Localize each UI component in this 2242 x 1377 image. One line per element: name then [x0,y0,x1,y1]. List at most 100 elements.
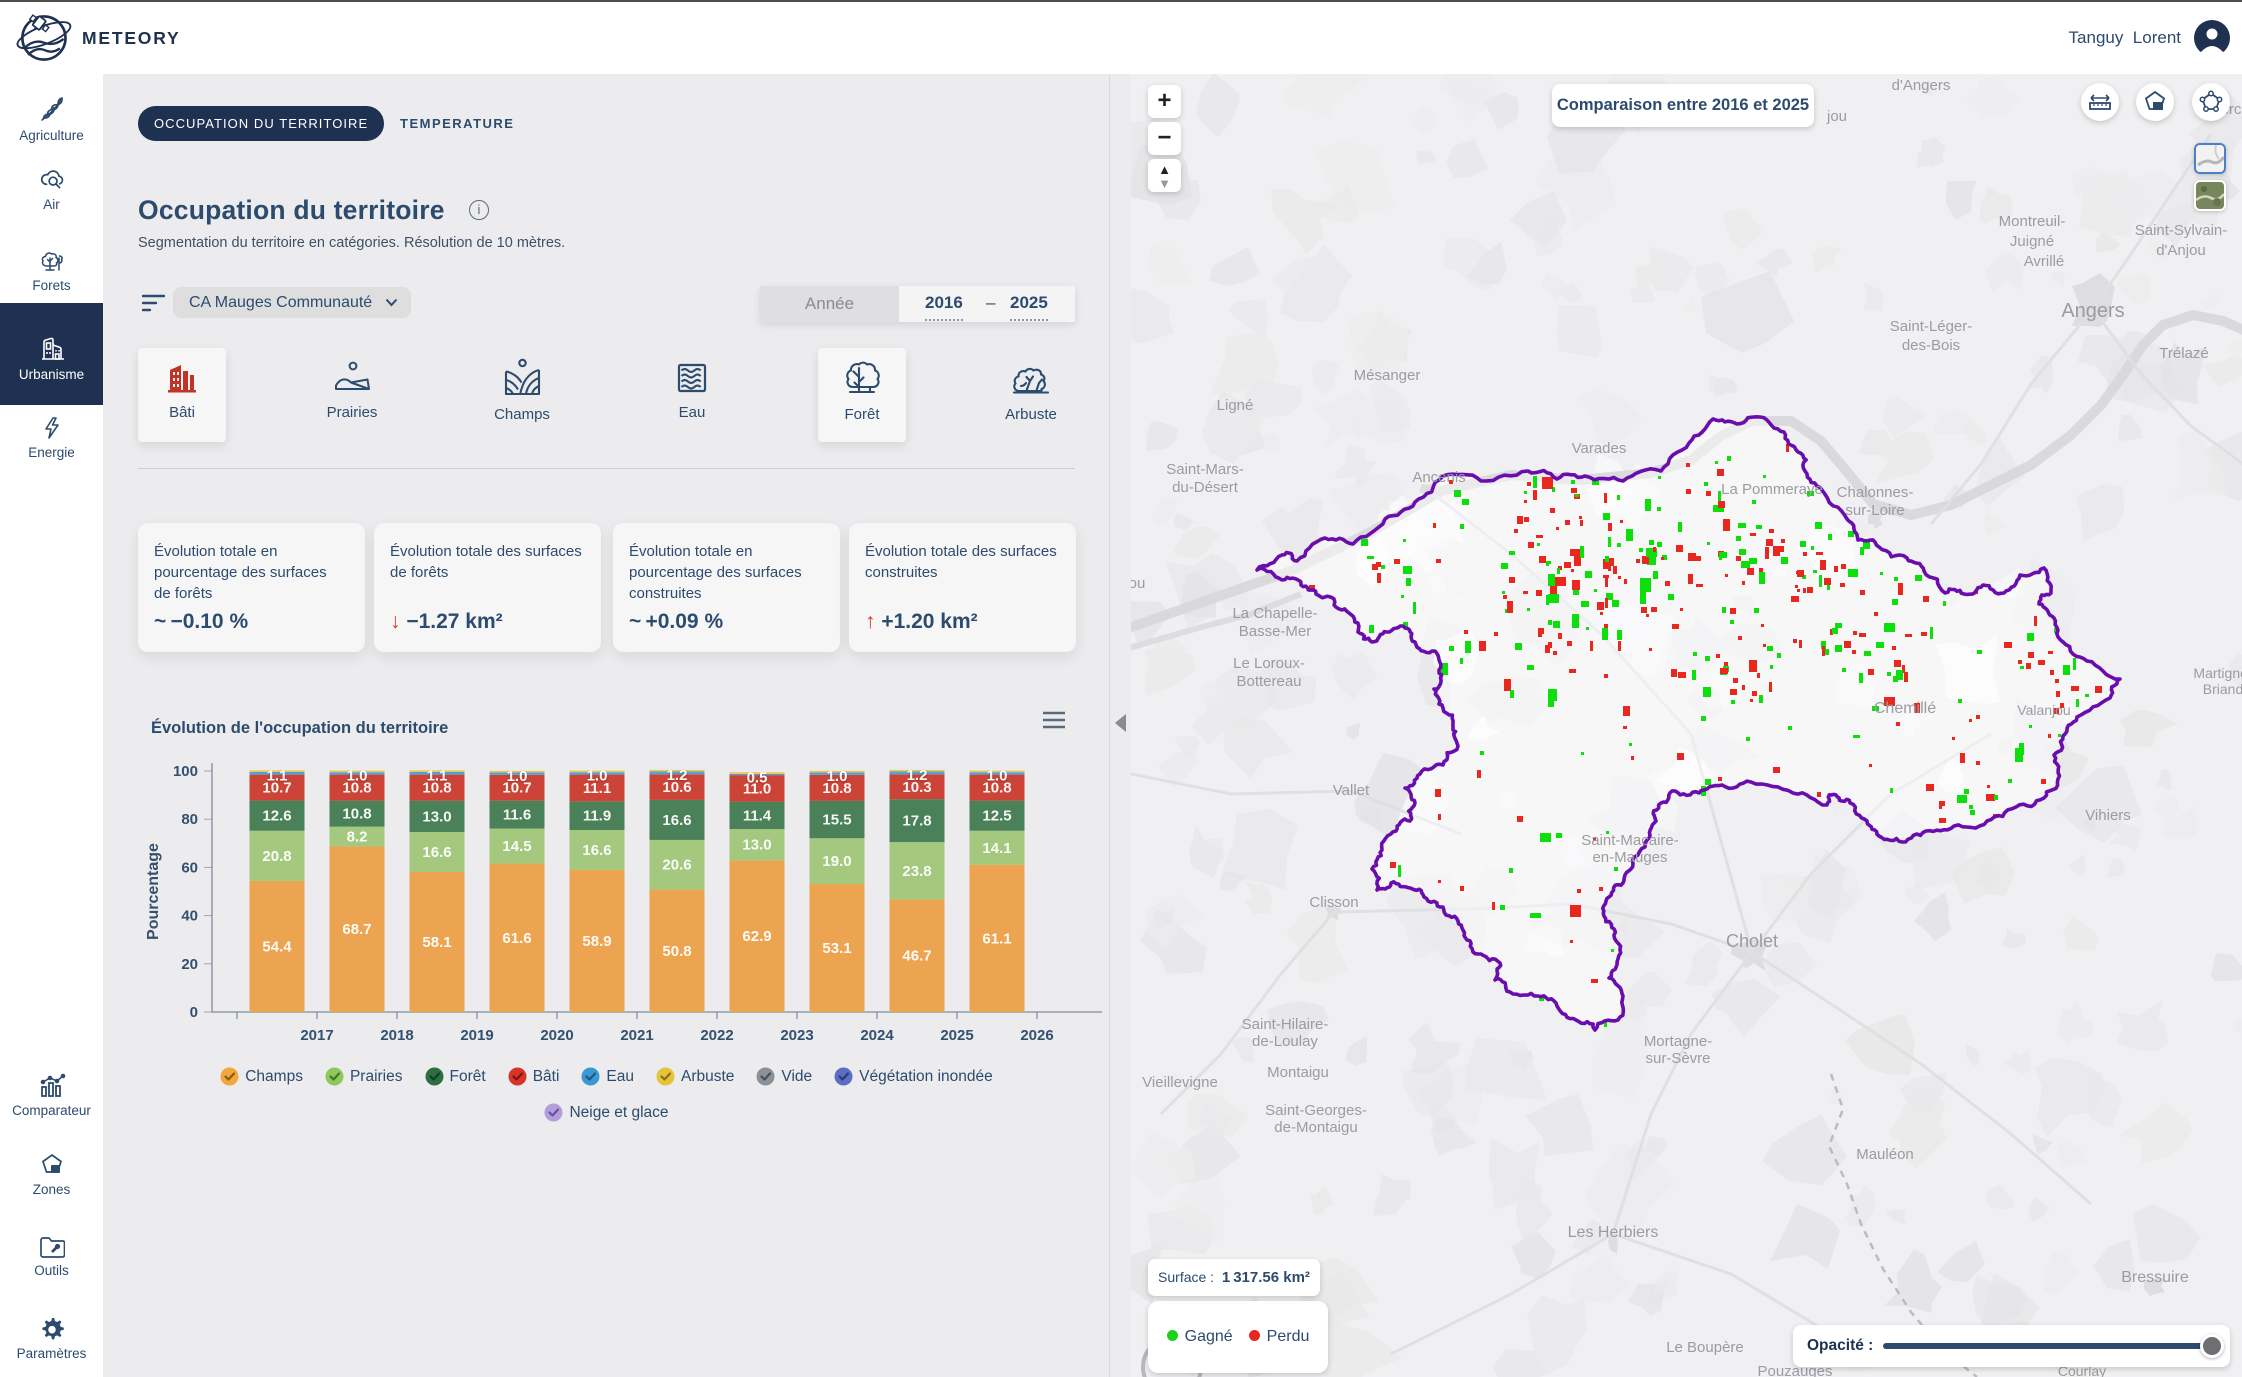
svg-text:53.1: 53.1 [822,940,851,957]
svg-text:23.8: 23.8 [902,863,931,880]
svg-text:11.9: 11.9 [583,808,611,825]
svg-text:Mésanger: Mésanger [1354,367,1421,384]
svg-text:1.1: 1.1 [427,767,448,784]
svg-text:2022: 2022 [700,1027,733,1044]
svg-text:2026: 2026 [1020,1027,1053,1044]
svg-text:2023: 2023 [780,1027,813,1044]
svg-text:2024: 2024 [860,1027,894,1044]
svg-text:50.8: 50.8 [662,943,691,960]
svg-text:La Chapelle-: La Chapelle- [1232,605,1317,622]
svg-text:17.8: 17.8 [902,813,931,830]
svg-text:14.1: 14.1 [982,840,1011,857]
svg-text:de-Montaigu: de-Montaigu [1274,1119,1357,1136]
svg-text:Martigné-: Martigné- [2193,665,2242,681]
svg-text:2018: 2018 [380,1027,413,1044]
svg-text:Bottereau: Bottereau [1236,673,1301,690]
svg-text:58.1: 58.1 [422,934,451,951]
svg-text:Briand: Briand [2203,681,2242,697]
svg-text:61.1: 61.1 [982,930,1011,947]
svg-text:8.2: 8.2 [347,829,368,846]
svg-text:Montaigu: Montaigu [1267,1064,1329,1081]
svg-text:13.0: 13.0 [422,808,451,825]
svg-text:Saint-Hilaire-: Saint-Hilaire- [1242,1016,1329,1033]
svg-text:16.6: 16.6 [422,844,451,861]
svg-text:1.0: 1.0 [827,768,848,785]
svg-text:2025: 2025 [940,1027,973,1044]
svg-text:68.7: 68.7 [342,921,371,938]
svg-text:100: 100 [173,763,198,780]
svg-text:des-Bois: des-Bois [1902,337,1960,354]
svg-text:Le Boupère: Le Boupère [1666,1339,1744,1356]
svg-text:Angers: Angers [2061,300,2124,322]
svg-text:12.6: 12.6 [262,808,291,825]
svg-text:62.9: 62.9 [742,928,771,945]
svg-text:sur-Loire: sur-Loire [1845,502,1904,519]
svg-text:2021: 2021 [620,1027,653,1044]
svg-text:en-Mauges: en-Mauges [1592,849,1667,866]
svg-text:jou: jou [1826,108,1847,125]
svg-text:12.5: 12.5 [982,808,1011,825]
svg-text:Le Loroux-: Le Loroux- [1233,655,1305,672]
svg-text:54.4: 54.4 [262,938,292,955]
svg-text:16.6: 16.6 [662,812,691,829]
svg-text:sur-Sèvre: sur-Sèvre [1645,1050,1710,1067]
svg-text:Saint-Macaire-: Saint-Macaire- [1581,832,1679,849]
svg-text:58.9: 58.9 [582,933,611,950]
svg-text:Chemillé: Chemillé [1874,700,1936,717]
svg-text:16.6: 16.6 [582,842,611,859]
svg-text:Saint-Sylvain-: Saint-Sylvain- [2135,222,2228,239]
svg-text:0.5: 0.5 [747,769,768,786]
svg-text:40: 40 [181,908,198,925]
svg-text:2017: 2017 [300,1027,333,1044]
svg-text:Avrillé: Avrillé [2024,253,2065,270]
svg-text:1.0: 1.0 [587,768,608,785]
svg-text:Mauléon: Mauléon [1856,1146,1914,1163]
svg-text:ou: ou [1131,575,1145,592]
svg-text:Varades: Varades [1572,440,1627,457]
svg-text:1.0: 1.0 [987,768,1008,785]
svg-text:Valanjou: Valanjou [2017,702,2070,718]
svg-text:Cholet: Cholet [1726,931,1778,951]
svg-text:11.4: 11.4 [743,807,772,824]
svg-text:Saint-Georges-: Saint-Georges- [1265,1102,1367,1119]
svg-text:Vihiers: Vihiers [2085,807,2131,824]
svg-text:11.6: 11.6 [503,807,531,824]
svg-text:Trélazé: Trélazé [2159,345,2208,362]
svg-text:10.8: 10.8 [342,806,371,823]
svg-text:Ancenis: Ancenis [1412,469,1465,486]
svg-text:1.0: 1.0 [507,768,528,785]
svg-text:20.6: 20.6 [662,857,691,874]
svg-text:19.0: 19.0 [822,853,851,870]
svg-text:1.1: 1.1 [267,767,288,784]
svg-text:Basse-Mer: Basse-Mer [1239,623,1312,640]
svg-text:Bressuire: Bressuire [2121,1269,2189,1286]
svg-text:Les Herbiers: Les Herbiers [1568,1224,1659,1241]
svg-text:Vallet: Vallet [1333,782,1370,799]
svg-text:60: 60 [181,859,198,876]
svg-text:46.7: 46.7 [902,948,931,965]
svg-text:15.5: 15.5 [822,812,851,829]
svg-text:d'Anjou: d'Anjou [2156,242,2206,259]
svg-text:14.5: 14.5 [502,838,531,855]
svg-text:20: 20 [181,956,198,973]
svg-text:de-Loulay: de-Loulay [1252,1033,1318,1050]
svg-text:Saint-Mars-: Saint-Mars- [1166,461,1244,478]
svg-text:13.0: 13.0 [742,837,771,854]
svg-text:Montreuil-: Montreuil- [1999,213,2066,230]
svg-text:1.0: 1.0 [347,768,368,785]
svg-text:La Pommeraye: La Pommeraye [1721,481,1823,498]
svg-text:Clisson: Clisson [1309,894,1358,911]
svg-text:Juigné: Juigné [2010,233,2054,250]
svg-text:Pourcentage: Pourcentage [145,843,162,940]
svg-text:1.2: 1.2 [667,767,688,784]
svg-text:d'Angers: d'Angers [1892,77,1951,94]
svg-text:Ligné: Ligné [1217,397,1254,414]
svg-text:1.2: 1.2 [907,767,928,784]
svg-text:Vieillevigne: Vieillevigne [1142,1074,1218,1091]
svg-text:80: 80 [181,811,198,828]
svg-text:0: 0 [190,1004,198,1021]
svg-text:Saint-Léger-: Saint-Léger- [1890,318,1973,335]
svg-text:Mortagne-: Mortagne- [1644,1033,1712,1050]
svg-text:20.8: 20.8 [262,848,291,865]
svg-text:2019: 2019 [460,1027,493,1044]
